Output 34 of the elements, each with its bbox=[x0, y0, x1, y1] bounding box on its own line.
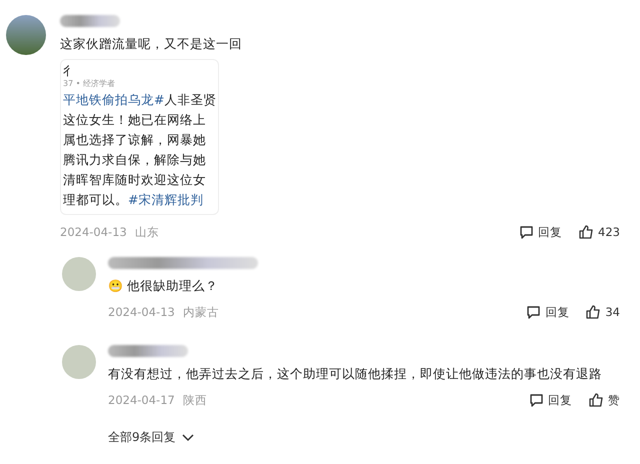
like-button[interactable]: 赞 bbox=[588, 392, 620, 408]
blurred-username bbox=[60, 15, 120, 27]
quoted-post-meta: 37 • 经济学者 bbox=[63, 78, 116, 90]
reply-button[interactable]: 回复 bbox=[526, 304, 570, 320]
show-all-replies-button[interactable]: 全部9条回复 bbox=[108, 429, 194, 446]
chevron-down-icon bbox=[182, 434, 194, 442]
reply-location: 陕西 bbox=[182, 392, 207, 408]
reply-button[interactable]: 回复 bbox=[529, 392, 572, 408]
reply-text: 😬 他很缺助理么？ bbox=[108, 277, 219, 295]
comment-icon bbox=[529, 392, 544, 408]
quoted-post-line: 腾讯力求自保，解除与她 bbox=[63, 151, 207, 169]
quoted-post-line: 属也选择了谅解，网暴她 bbox=[63, 131, 207, 149]
like-button[interactable]: 34 bbox=[585, 304, 620, 320]
reply-date: 2024-04-17 bbox=[108, 393, 175, 407]
quoted-post-title: 彳 bbox=[63, 64, 76, 78]
quoted-post-line: 理都可以。#宋清辉批判 bbox=[63, 191, 204, 209]
reply-location: 内蒙古 bbox=[182, 304, 219, 320]
reply-text: 有没有想过，他弄过去之后，这个助理可以随他揉捏，即使让他做违法的事也没有退路 bbox=[108, 365, 603, 383]
thumbs-up-icon bbox=[585, 304, 602, 320]
comment-icon bbox=[519, 224, 534, 240]
comment-location: 山东 bbox=[134, 224, 159, 240]
quoted-post-card[interactable]: 彳 37 • 经济学者 平地铁偷拍乌龙#人非圣贤 这位女生！她已在网络上 属也选择了谅解，网暴她 腾讯力求自保，解除与她 清晖智库随时欢迎这位女 理都可以。#宋清辉批判 bbox=[60, 59, 219, 215]
quoted-post-line: 这位女生！她已在网络上 bbox=[63, 111, 207, 129]
thumbs-up-icon bbox=[578, 224, 594, 240]
quoted-post-line: 平地铁偷拍乌龙#人非圣贤 bbox=[63, 91, 218, 109]
reply-button[interactable]: 回复 bbox=[519, 224, 562, 240]
like-button[interactable]: 423 bbox=[578, 224, 620, 240]
comment-text: 这家伙蹭流量呢，又不是这一回 bbox=[60, 35, 243, 53]
avatar[interactable] bbox=[6, 15, 46, 55]
thumbs-up-icon bbox=[588, 392, 604, 408]
reply-date: 2024-04-13 bbox=[108, 305, 175, 319]
comment-icon bbox=[526, 304, 542, 320]
quoted-post-line: 清晖智库随时欢迎这位女 bbox=[63, 171, 207, 189]
comment-date: 2024-04-13 bbox=[60, 225, 127, 239]
